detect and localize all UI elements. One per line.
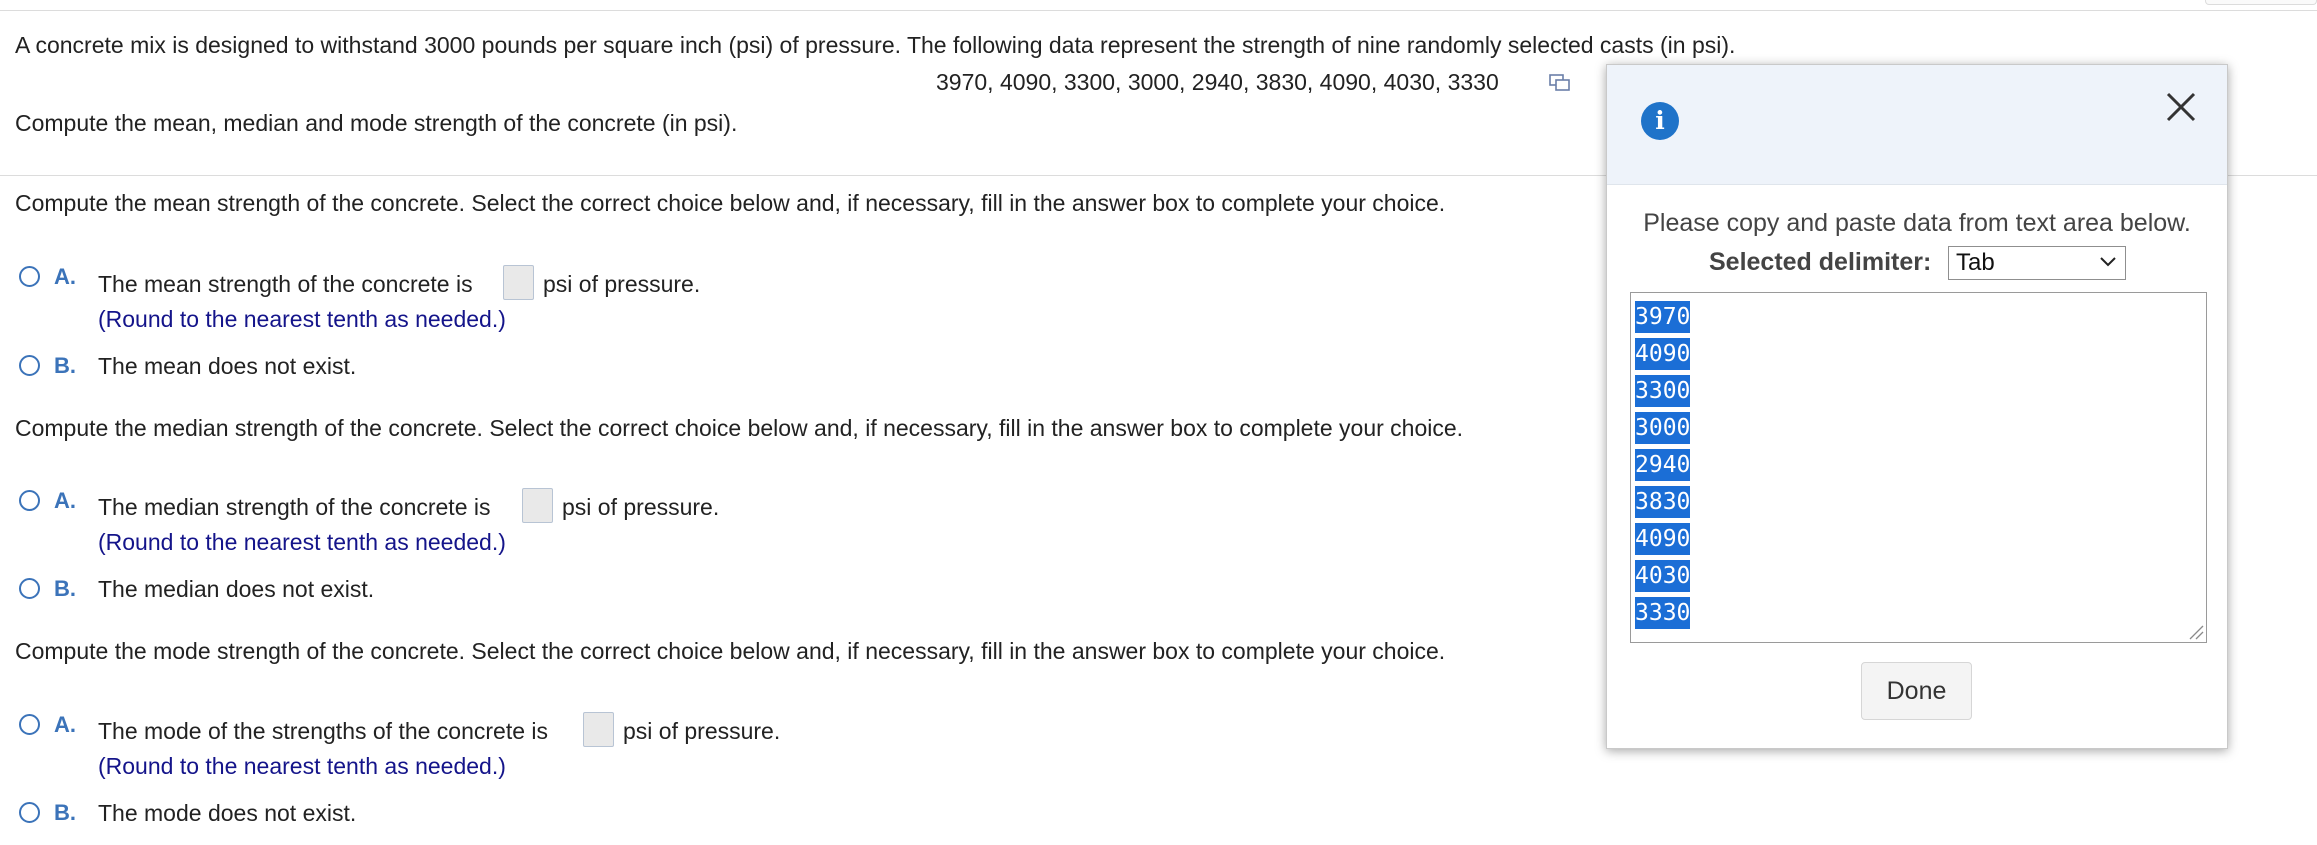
data-line: 3000 bbox=[1635, 410, 1691, 447]
mean-option-a-radio[interactable] bbox=[19, 266, 40, 287]
delimiter-select[interactable]: Tab bbox=[1948, 246, 2126, 280]
problem-intro: A concrete mix is designed to withstand … bbox=[15, 32, 1736, 58]
data-line: 3970 bbox=[1635, 299, 1691, 336]
delimiter-value: Tab bbox=[1956, 249, 1995, 276]
data-line: 4030 bbox=[1635, 558, 1691, 595]
median-answer-box[interactable] bbox=[522, 488, 553, 523]
mode-option-a-unit: psi of pressure. bbox=[623, 718, 781, 744]
mode-answer-box[interactable] bbox=[583, 712, 614, 747]
data-line: 4090 bbox=[1635, 521, 1691, 558]
mean-prompt: Compute the mean strength of the concret… bbox=[15, 190, 1446, 216]
data-line: 4090 bbox=[1635, 336, 1691, 373]
median-rounding-hint: (Round to the nearest tenth as needed.) bbox=[98, 529, 506, 555]
data-line: 2940 bbox=[1635, 447, 1691, 484]
copy-data-icon[interactable] bbox=[1549, 74, 1571, 92]
median-option-b-letter: B. bbox=[54, 576, 76, 601]
delimiter-label: Selected delimiter: bbox=[1709, 248, 1932, 276]
close-icon[interactable] bbox=[2159, 85, 2203, 129]
top-tab bbox=[2205, 0, 2317, 5]
mode-rounding-hint: (Round to the nearest tenth as needed.) bbox=[98, 753, 506, 779]
mode-prompt: Compute the mode strength of the concret… bbox=[15, 638, 1446, 664]
mean-option-a-letter: A. bbox=[54, 264, 76, 289]
median-option-a-letter: A. bbox=[54, 488, 76, 513]
median-prompt: Compute the median strength of the concr… bbox=[15, 415, 1464, 441]
mode-option-b-radio[interactable] bbox=[19, 802, 40, 823]
data-textarea[interactable]: 3970 4090 3300 3000 2940 3830 4090 4030 … bbox=[1630, 292, 2207, 643]
mean-answer-box[interactable] bbox=[503, 265, 534, 300]
data-line: 3300 bbox=[1635, 373, 1691, 410]
mode-option-a-text: The mode of the strengths of the concret… bbox=[98, 718, 549, 744]
resize-grip-icon[interactable] bbox=[2186, 622, 2204, 640]
mean-option-b-letter: B. bbox=[54, 353, 76, 378]
chevron-down-icon bbox=[2100, 257, 2116, 267]
median-option-b-radio[interactable] bbox=[19, 578, 40, 599]
mean-option-a-unit: psi of pressure. bbox=[543, 271, 701, 297]
mode-option-a-letter: A. bbox=[54, 712, 76, 737]
mean-option-b-text: The mean does not exist. bbox=[98, 353, 357, 379]
problem-data: 3970, 4090, 3300, 3000, 2940, 3830, 4090… bbox=[936, 69, 1499, 95]
mode-option-b-letter: B. bbox=[54, 800, 76, 825]
popup-header: i bbox=[1607, 65, 2227, 185]
data-line: 3330 bbox=[1635, 595, 1691, 632]
done-button[interactable]: Done bbox=[1861, 662, 1972, 720]
mode-option-a-radio[interactable] bbox=[19, 714, 40, 735]
top-divider bbox=[0, 10, 2317, 11]
mean-option-a-text: The mean strength of the concrete is bbox=[98, 271, 473, 297]
mode-option-b-text: The mode does not exist. bbox=[98, 800, 357, 826]
data-popup-dialog: i Please copy and paste data from text a… bbox=[1606, 64, 2228, 749]
data-line: 3830 bbox=[1635, 484, 1691, 521]
popup-message: Please copy and paste data from text are… bbox=[1643, 209, 2191, 237]
info-icon: i bbox=[1641, 102, 1679, 140]
median-option-a-radio[interactable] bbox=[19, 490, 40, 511]
median-option-b-text: The median does not exist. bbox=[98, 576, 375, 602]
median-option-a-unit: psi of pressure. bbox=[562, 494, 720, 520]
data-lines: 3970 4090 3300 3000 2940 3830 4090 4030 … bbox=[1635, 299, 1691, 632]
problem-task: Compute the mean, median and mode streng… bbox=[15, 110, 738, 136]
mean-rounding-hint: (Round to the nearest tenth as needed.) bbox=[98, 306, 506, 332]
median-option-a-text: The median strength of the concrete is bbox=[98, 494, 491, 520]
mean-option-b-radio[interactable] bbox=[19, 355, 40, 376]
